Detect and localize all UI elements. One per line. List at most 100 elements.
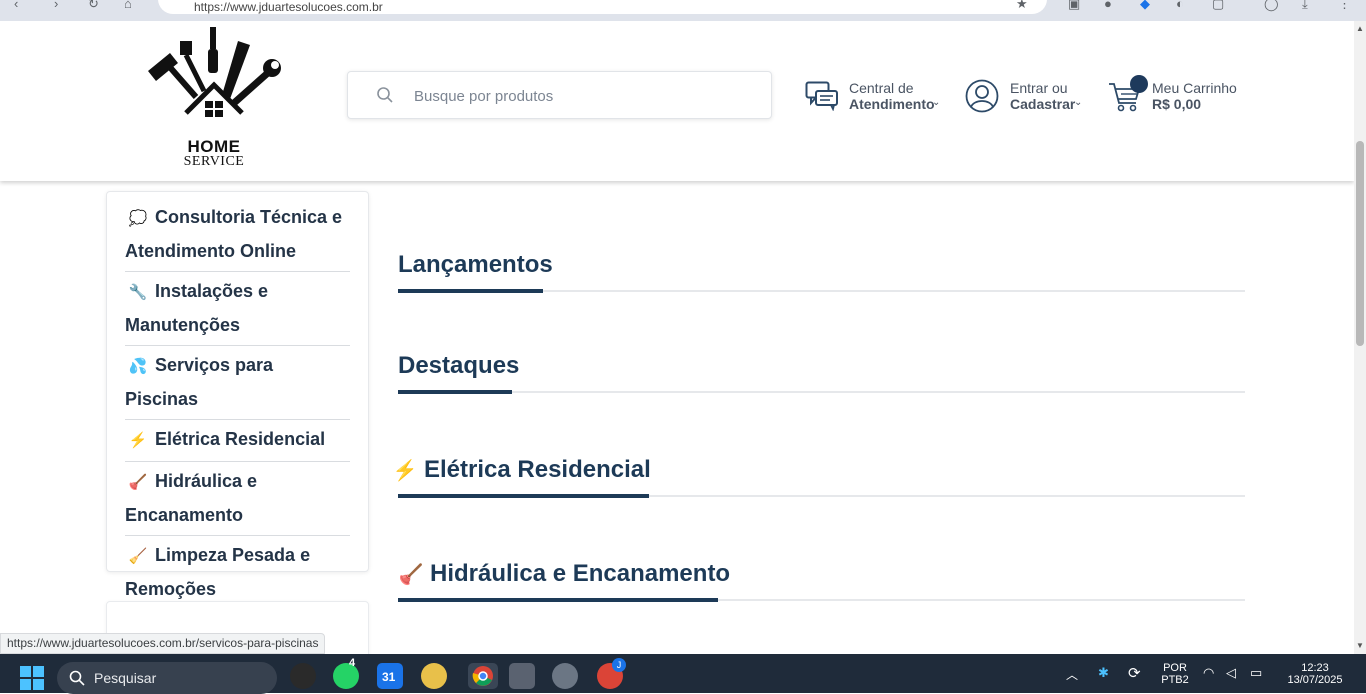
extension-icon[interactable]: ◯: [1264, 0, 1279, 12]
chatgpt-app-icon[interactable]: [290, 663, 316, 689]
section-title: Hidráulica e Encanamento: [430, 560, 731, 587]
section-title[interactable]: Lançamentos: [398, 251, 1245, 279]
sidebar-item-piscinas[interactable]: 💦 Serviços para Piscinas: [125, 346, 350, 420]
calculator-app-icon[interactable]: [509, 663, 535, 689]
link-hover-status: https://www.jduartesolucoes.com.br/servi…: [0, 633, 326, 654]
home-service-logo[interactable]: HOME SERVICE: [146, 25, 282, 171]
sync-icon[interactable]: ⟳: [1128, 664, 1141, 682]
sidebar-item-instalacoes[interactable]: 🔧 Instalações e Manutenções: [125, 272, 350, 346]
sidebar-item-label: Elétrica Residencial: [155, 429, 326, 449]
section-title-underline: [398, 494, 649, 498]
chrome-profile-app-icon[interactable]: J: [597, 658, 626, 689]
chevron-down-icon: ⌄: [932, 97, 941, 108]
speaker-icon[interactable]: ◁: [1226, 665, 1236, 681]
bluetooth-icon[interactable]: ✱: [1098, 665, 1109, 681]
sidebar-item-hidraulica[interactable]: 🪠 Hidráulica e Encanamento: [125, 462, 350, 536]
battery-icon[interactable]: ▭: [1250, 665, 1262, 681]
sidebar-item-eletrica[interactable]: ⚡ Elétrica Residencial: [125, 420, 350, 462]
forward-icon[interactable]: ›: [54, 0, 58, 11]
extensions-icon[interactable]: ⌂: [124, 0, 132, 11]
language-code: POR: [1163, 662, 1187, 674]
address-bar-url: https://www.jduartesolucoes.com.br: [194, 0, 383, 14]
lightning-icon: ⚡: [392, 460, 418, 482]
address-bar[interactable]: https://www.jduartesolucoes.com.br ★: [158, 0, 1047, 14]
cart-label: Meu Carrinho: [1152, 80, 1237, 96]
water-drops-icon: 💦: [128, 358, 148, 375]
broom-icon: 🧹: [128, 548, 148, 565]
account-label-bold: Cadastrar: [1010, 96, 1076, 112]
extension-icon[interactable]: ●: [1104, 0, 1112, 11]
clock-time: 12:23: [1301, 662, 1329, 674]
extension-icon[interactable]: ◐: [1176, 0, 1184, 11]
logo-subtitle: SERVICE: [183, 154, 245, 169]
section-title-row[interactable]: ⚡ Elétrica Residencial: [393, 456, 1245, 484]
section-title-underline: [398, 598, 718, 602]
search-icon: [69, 670, 85, 686]
cart-button[interactable]: Meu Carrinho R$ 0,00: [1108, 75, 1243, 115]
site-header: HOME SERVICE Central de Atendimento ⌄: [0, 21, 1354, 181]
chevron-up-icon[interactable]: ︿: [1066, 666, 1078, 683]
section-divider: [398, 391, 1245, 393]
section-title-underline: [398, 390, 512, 394]
section-destaques: Destaques: [398, 352, 1245, 396]
windows-taskbar: Pesquisar 4 31 J ︿ ✱ ⟳ POR PTB2 ◠ ◁ ▭ 12…: [0, 654, 1366, 694]
taskbar-search[interactable]: Pesquisar: [57, 662, 277, 694]
keyboard-layout: PTB2: [1161, 674, 1189, 686]
clock[interactable]: 12:23 13/07/2025: [1280, 662, 1350, 686]
plunger-icon: 🪠: [398, 564, 424, 586]
download-icon[interactable]: ⤓: [1302, 0, 1308, 12]
support-menu[interactable]: Central de Atendimento ⌄: [805, 79, 945, 115]
sidebar-item-limpeza[interactable]: 🧹 Limpeza Pesada e Remoções: [125, 536, 350, 609]
language-indicator[interactable]: POR PTB2: [1158, 662, 1192, 686]
sidebar-item-label: Limpeza Pesada e Remoções: [125, 545, 311, 599]
account-label: Entrar ou: [1010, 80, 1068, 96]
search-input[interactable]: [414, 84, 754, 108]
clock-date: 13/07/2025: [1287, 674, 1343, 686]
chrome-app-icon-active[interactable]: [468, 663, 498, 689]
handshake-app-icon[interactable]: [421, 663, 447, 689]
support-label-bold: Atendimento: [849, 96, 935, 112]
product-search-box[interactable]: [347, 71, 772, 119]
calendar-app-icon[interactable]: 31: [377, 663, 403, 689]
user-icon: [965, 79, 999, 113]
reload-icon[interactable]: ↻: [88, 0, 99, 12]
scroll-down-icon[interactable]: ▼: [1356, 641, 1364, 650]
cart-total: R$ 0,00: [1152, 96, 1202, 112]
lightning-icon: ⚡: [128, 432, 148, 449]
vertical-scrollbar[interactable]: ▲ ▼: [1354, 21, 1366, 654]
plunger-icon: 🪠: [128, 474, 148, 491]
bookmark-star-icon[interactable]: ★: [1016, 0, 1028, 12]
windows-start-icon[interactable]: [20, 666, 44, 690]
profile-badge: J: [612, 658, 626, 672]
extension-icon[interactable]: ▢: [1212, 0, 1224, 12]
section-title[interactable]: Destaques: [398, 352, 1245, 380]
category-sidebar: 💭 Consultoria Técnica e Atendimento Onlin…: [106, 191, 369, 599]
wifi-icon[interactable]: ◠: [1203, 665, 1214, 681]
settings-gear-icon[interactable]: [552, 663, 578, 689]
section-title-underline: [398, 289, 543, 293]
account-menu[interactable]: Entrar ou Cadastrar ⌄: [965, 79, 1090, 115]
scroll-up-icon[interactable]: ▲: [1356, 24, 1364, 33]
section-title-row[interactable]: 🪠 Hidráulica e Encanamento: [398, 560, 1245, 588]
wrench-icon: 🔧: [128, 284, 148, 301]
tools-house-icon: [148, 27, 281, 117]
section-eletrica-residencial: ⚡ Elétrica Residencial: [393, 456, 1245, 500]
calendar-day: 31: [382, 670, 396, 684]
scrollbar-thumb[interactable]: [1356, 141, 1364, 346]
notification-badge: 4: [349, 657, 356, 669]
extension-icon[interactable]: ◆: [1140, 0, 1150, 12]
whatsapp-app-icon[interactable]: 4: [333, 657, 359, 689]
menu-icon[interactable]: ⋮: [1338, 0, 1351, 12]
chrome-icon: [472, 666, 493, 686]
back-icon[interactable]: ‹: [14, 0, 18, 11]
section-lancamentos: Lançamentos: [398, 251, 1245, 295]
cart-count-badge: [1130, 75, 1148, 93]
page-content: HOME SERVICE Central de Atendimento ⌄: [0, 21, 1354, 654]
extension-icon[interactable]: ▣: [1068, 0, 1080, 12]
chevron-down-icon: ⌄: [1074, 97, 1083, 108]
search-icon[interactable]: [376, 86, 394, 104]
taskbar-search-label: Pesquisar: [94, 670, 157, 686]
browser-toolbar: ‹ › ↻ ⌂ https://www.jduartesolucoes.com.…: [0, 0, 1366, 21]
section-hidraulica-encanamento: 🪠 Hidráulica e Encanamento: [398, 560, 1245, 604]
sidebar-item-consultoria[interactable]: 💭 Consultoria Técnica e Atendimento Onlin…: [125, 198, 350, 272]
